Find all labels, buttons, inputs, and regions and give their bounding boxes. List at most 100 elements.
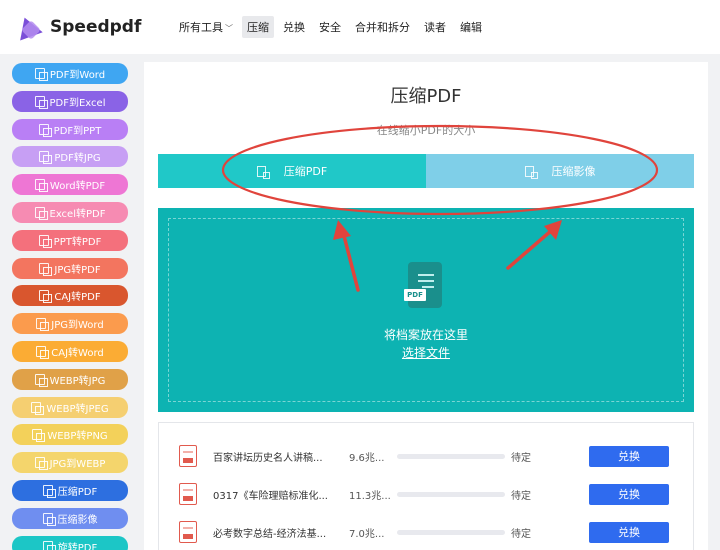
sidebar-item[interactable]: CAJ转PDF — [12, 285, 128, 307]
tool-icon — [39, 151, 53, 165]
pdf-badge: PDF — [404, 289, 426, 301]
convert-button[interactable]: 兑换 — [589, 445, 669, 467]
file-row: 0317《车险理赔标准化... 11.3兆... 待定 兑换 — [159, 479, 695, 509]
tool-icon — [34, 207, 48, 220]
file-status: 待定 — [511, 490, 531, 502]
tool-icon — [34, 179, 48, 193]
sidebar-item-label: PDF转JPG — [54, 153, 101, 165]
tool-icon — [42, 512, 56, 526]
file-row: 必考数字总结-经济法基... 7.0兆... 待定 兑换 — [159, 517, 695, 547]
sidebar-item-label: CAJ转PDF — [54, 292, 101, 304]
sidebar-item-label: Word转PDF — [49, 181, 106, 193]
nav-reader[interactable]: 读者 — [419, 16, 451, 38]
tool-sidebar: PDF到Word PDF到Excel PDF到PPT PDF转JPG Word转PDF E… — [0, 54, 140, 550]
sidebar-item[interactable]: CAJ转Word — [12, 341, 128, 362]
tool-icon — [38, 234, 52, 248]
sidebar-item-label: WEBP转PNG — [47, 431, 108, 443]
choose-file-link[interactable]: 选择文件 — [402, 346, 450, 360]
file-size: 9.6兆... — [349, 452, 385, 464]
sidebar-item-label: PPT转PDF — [53, 236, 102, 248]
sidebar-item[interactable]: PPT转PDF — [12, 229, 128, 251]
tool-icon — [38, 123, 52, 137]
pdf-file-icon — [179, 521, 197, 543]
tab-compress-image[interactable]: 压缩影像 — [426, 154, 694, 188]
sidebar-item-label: JPG转PDF — [54, 264, 101, 276]
sidebar-item-label: PDF到Excel — [49, 97, 106, 109]
progress-bar — [397, 529, 505, 535]
file-name: 必考数字总结-经济法基... — [213, 528, 327, 540]
sidebar-item-label: WEBP转JPEG — [46, 403, 109, 415]
tool-icon — [34, 457, 48, 471]
sidebar-item-label: 旋转PDF — [57, 542, 98, 550]
file-size: 7.0兆... — [349, 528, 385, 540]
pdf-file-icon: PDF — [404, 262, 442, 308]
nav-edit[interactable]: 编辑 — [455, 16, 487, 38]
tool-icon — [34, 95, 48, 109]
tool-icon — [39, 262, 53, 276]
nav-convert[interactable]: 兑换 — [278, 16, 310, 38]
sidebar-item-label: JPG到Word — [51, 320, 104, 332]
nav-merge-split[interactable]: 合并和拆分 — [350, 16, 415, 38]
file-row: 百家讲坛历史名人讲稿... 9.6兆... 待定 兑换 — [159, 441, 695, 471]
page-subtitle: 在线缩小PDF的大小 — [376, 124, 476, 137]
sidebar-item[interactable]: JPG到WEBP — [12, 452, 128, 474]
choose-file-wrap: 选择文件 — [158, 344, 694, 361]
drop-instruction: 将档案放在这里 — [383, 328, 468, 342]
tool-icon — [34, 68, 48, 81]
convert-button[interactable]: 兑换 — [589, 483, 669, 505]
sidebar-item[interactable]: 旋转PDF — [12, 535, 128, 550]
nav-security[interactable]: 安全 — [314, 16, 346, 38]
compress-tabs: 压缩PDF 压缩影像 — [158, 154, 694, 188]
sidebar-item-label: CAJ转Word — [51, 348, 104, 359]
tool-icon — [36, 318, 50, 332]
sidebar-item-label: 压缩PDF — [57, 487, 98, 498]
nav-all-tools-label: 所有工具 — [179, 21, 223, 34]
sidebar-item[interactable]: Word转PDF — [12, 174, 128, 196]
file-dropzone[interactable]: PDF 将档案放在这里 选择文件 — [158, 208, 694, 412]
progress-bar — [397, 453, 505, 459]
sidebar-item[interactable]: PDF到Word — [12, 63, 128, 84]
main-panel: 压缩PDF 在线缩小PDF的大小 压缩PDF 压缩影像 PDF 将档案放在这里 … — [144, 62, 708, 550]
dropzone-border — [168, 218, 684, 402]
file-list: 百家讲坛历史名人讲稿... 9.6兆... 待定 兑换 0317《车险理赔标准化... 1… — [158, 422, 694, 550]
tab-compress-pdf[interactable]: 压缩PDF — [158, 154, 426, 188]
file-status: 待定 — [511, 528, 531, 540]
file-size: 11.3兆... — [349, 490, 391, 502]
sidebar-item[interactable]: WEBP转JPEG — [12, 396, 128, 418]
convert-button[interactable]: 兑换 — [589, 521, 669, 543]
sidebar-item[interactable]: Excel转PDF — [12, 202, 128, 223]
file-status: 待定 — [511, 452, 531, 464]
file-name: 0317《车险理赔标准化... — [213, 490, 328, 502]
sidebar-item-label: 压缩影像 — [57, 514, 98, 526]
sidebar-item-label: PDF到PPT — [53, 125, 102, 137]
sidebar-item-label: Excel转PDF — [49, 209, 106, 220]
tool-icon — [39, 290, 53, 304]
sidebar-item[interactable]: PDF转JPG — [12, 146, 128, 168]
sidebar-item[interactable]: 压缩PDF — [12, 480, 128, 501]
tool-icon — [42, 485, 56, 498]
pdf-file-icon — [179, 445, 197, 467]
tab-compress-image-label: 压缩影像 — [551, 165, 596, 178]
sidebar-item[interactable]: WEBP转JPG — [12, 368, 128, 390]
chevron-down-icon: ﹀ — [225, 24, 233, 33]
tool-icon — [31, 401, 45, 415]
brand-logo[interactable]: Speedpdf — [13, 13, 174, 41]
sidebar-item[interactable]: PDF到Excel — [12, 90, 128, 112]
nav-compress[interactable]: 压缩 — [242, 16, 274, 38]
sidebar-item-label: JPG到WEBP — [49, 459, 106, 471]
main-nav: 所有工具 ﹀ 压缩 兑换 安全 合并和拆分 读者 编辑 — [174, 16, 491, 38]
sidebar-item[interactable]: JPG转PDF — [12, 257, 128, 279]
sidebar-item[interactable]: 压缩影像 — [12, 507, 128, 529]
tool-icon — [32, 429, 46, 443]
progress-bar — [397, 491, 505, 497]
sidebar-item[interactable]: JPG到Word — [12, 313, 128, 335]
logo-icon — [13, 13, 43, 41]
sidebar-item-label: WEBP转JPG — [49, 375, 106, 387]
tool-icon — [34, 373, 48, 387]
sidebar-item[interactable]: PDF到PPT — [12, 118, 128, 140]
compress-file-icon — [256, 165, 270, 179]
top-header: Speedpdf 所有工具 ﹀ 压缩 兑换 安全 合并和拆分 读者 编辑 — [0, 0, 720, 54]
nav-all-tools[interactable]: 所有工具 ﹀ — [174, 16, 238, 38]
tab-compress-pdf-label: 压缩PDF — [283, 165, 328, 178]
sidebar-item[interactable]: WEBP转PNG — [12, 424, 128, 446]
